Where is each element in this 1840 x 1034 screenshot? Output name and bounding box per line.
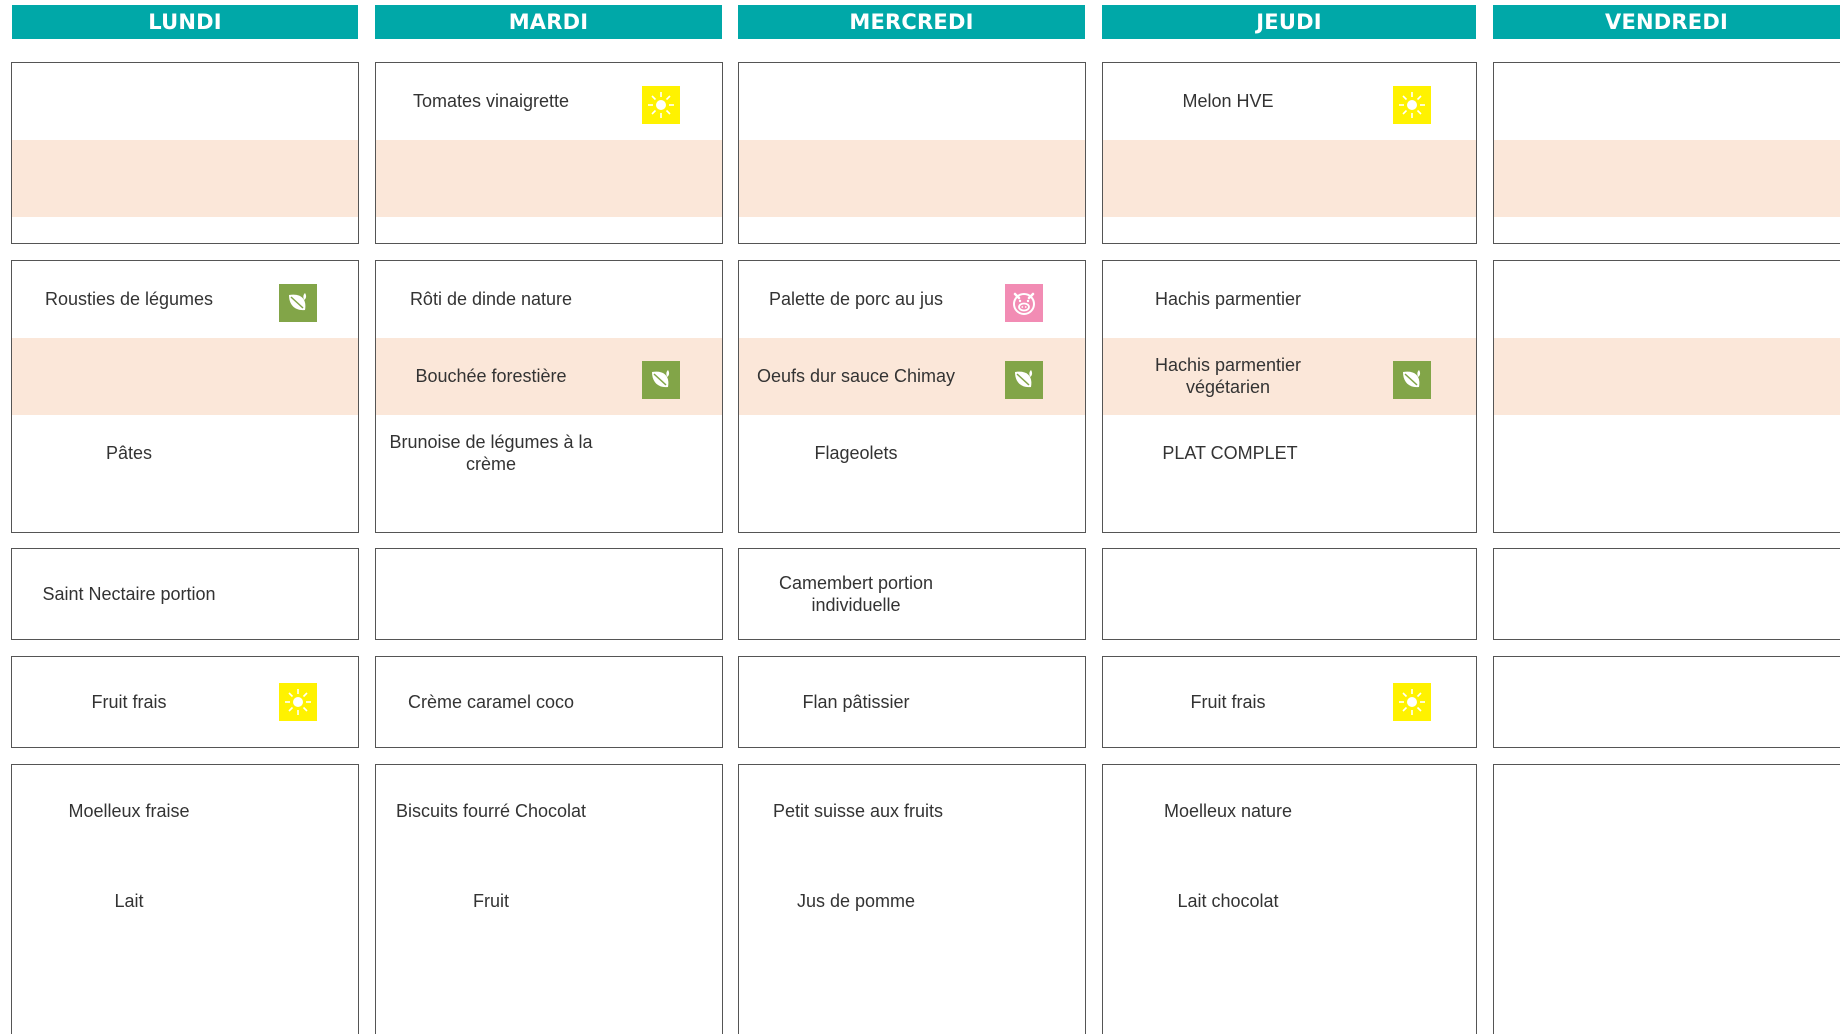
sun-icon	[1393, 683, 1431, 721]
gouter-item: Moelleux fraise	[68, 801, 190, 821]
plat-alt: Bouchée forestière	[415, 366, 567, 386]
plat-side: PLAT COMPLET	[1162, 443, 1298, 463]
dessert-box-lundi: Fruit frais	[11, 656, 359, 748]
alt-band	[12, 338, 358, 415]
plat-box-lundi: Rousties de légumes Pâtes	[11, 260, 359, 533]
entree-box-mardi: Tomates vinaigrette	[375, 62, 723, 244]
gouter-box-lundi: Moelleux fraise Lait	[11, 764, 359, 1034]
fromage-item: Saint Nectaire portion	[42, 584, 216, 604]
entree-item: Tomates vinaigrette	[412, 91, 570, 111]
fromage-box-vendredi	[1493, 548, 1840, 640]
plat-alt: Hachis parmentier végétarien	[1154, 355, 1302, 397]
gouter-box-mardi: Biscuits fourré Chocolat Fruit	[375, 764, 723, 1034]
sun-icon	[642, 86, 680, 124]
leaf-icon	[1005, 361, 1043, 399]
gouter-box-mercredi: Petit suisse aux fruits Jus de pomme	[738, 764, 1086, 1034]
plat-box-vendredi	[1493, 260, 1840, 533]
pig-icon	[1005, 284, 1043, 322]
plat-box-mercredi: Palette de porc au jus Oeufs dur sauce C…	[738, 260, 1086, 533]
dessert-item: Flan pâtissier	[802, 692, 910, 712]
gouter-item: Moelleux nature	[1163, 801, 1293, 821]
header-vendredi: VENDREDI	[1493, 5, 1840, 39]
header-mercredi: MERCREDI	[738, 5, 1085, 39]
alt-band	[739, 140, 1085, 217]
dessert-item: Crème caramel coco	[407, 692, 575, 712]
dessert-box-mardi: Crème caramel coco	[375, 656, 723, 748]
plat-main: Palette de porc au jus	[768, 289, 944, 309]
plat-box-mardi: Rôti de dinde nature Bouchée forestière …	[375, 260, 723, 533]
leaf-icon	[1393, 361, 1431, 399]
gouter-item: Biscuits fourré Chocolat	[395, 801, 587, 821]
entree-box-vendredi	[1493, 62, 1840, 244]
plat-main: Rousties de légumes	[44, 289, 214, 309]
plat-side: Flageolets	[814, 443, 898, 463]
gouter-item: Petit suisse aux fruits	[772, 801, 944, 821]
alt-band	[376, 140, 722, 217]
plat-alt: Oeufs dur sauce Chimay	[756, 366, 956, 386]
plat-side: Pâtes	[105, 443, 153, 463]
alt-band	[1103, 140, 1476, 217]
header-mardi: MARDI	[375, 5, 722, 39]
gouter-box-vendredi	[1493, 764, 1840, 1034]
fromage-box-mercredi: Camembert portion individuelle	[738, 548, 1086, 640]
alt-band	[12, 140, 358, 217]
fromage-box-mardi	[375, 548, 723, 640]
fromage-box-lundi: Saint Nectaire portion	[11, 548, 359, 640]
dessert-item: Fruit frais	[1190, 692, 1266, 712]
entree-box-mercredi	[738, 62, 1086, 244]
header-lundi: LUNDI	[12, 5, 358, 39]
gouter-item: Fruit	[473, 891, 509, 911]
fromage-item: Camembert portion individuelle	[778, 573, 934, 615]
entree-item: Melon HVE	[1182, 91, 1274, 111]
gouter-box-jeudi: Moelleux nature Lait chocolat	[1102, 764, 1477, 1034]
gouter-item: Jus de pomme	[796, 891, 916, 911]
dessert-box-mercredi: Flan pâtissier	[738, 656, 1086, 748]
plat-side: Brunoise de légumes à la crème	[389, 432, 593, 474]
plat-box-jeudi: Hachis parmentier Hachis parmentier végé…	[1102, 260, 1477, 533]
gouter-item: Lait	[114, 891, 144, 911]
sun-icon	[1393, 86, 1431, 124]
leaf-icon	[279, 284, 317, 322]
entree-box-lundi	[11, 62, 359, 244]
alt-band	[1494, 338, 1840, 415]
sun-icon	[279, 683, 317, 721]
plat-main: Rôti de dinde nature	[409, 289, 573, 309]
plat-main: Hachis parmentier	[1154, 289, 1302, 309]
gouter-item: Lait chocolat	[1177, 891, 1279, 911]
dessert-item: Fruit frais	[91, 692, 167, 712]
fromage-box-jeudi	[1102, 548, 1477, 640]
entree-box-jeudi: Melon HVE	[1102, 62, 1477, 244]
header-jeudi: JEUDI	[1102, 5, 1476, 39]
leaf-icon	[642, 361, 680, 399]
dessert-box-jeudi: Fruit frais	[1102, 656, 1477, 748]
dessert-box-vendredi	[1493, 656, 1840, 748]
alt-band	[1494, 140, 1840, 217]
